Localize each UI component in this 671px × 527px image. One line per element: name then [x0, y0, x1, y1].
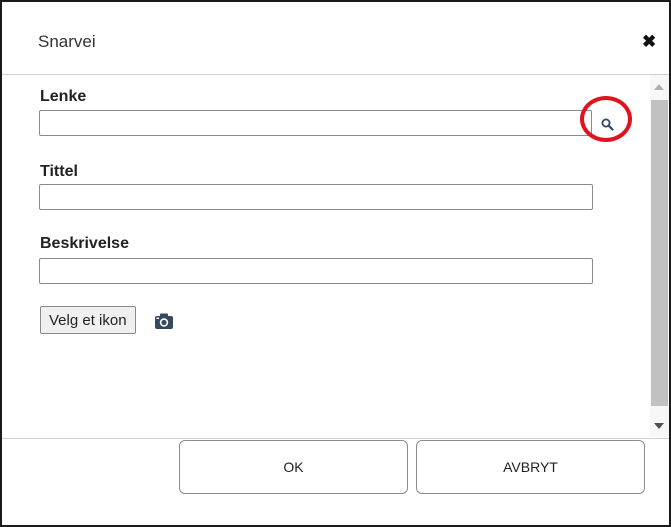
link-search-button[interactable] — [595, 110, 620, 138]
scrollbar-thumb[interactable] — [651, 100, 668, 406]
title-input[interactable] — [39, 184, 593, 210]
shortcut-dialog: Snarvei ✖ Lenke Tittel Beskrivelse Velg … — [0, 0, 671, 527]
ok-button[interactable]: OK — [179, 440, 408, 494]
cancel-button[interactable]: AVBRYT — [416, 440, 645, 494]
scroll-up-arrow[interactable] — [654, 84, 664, 90]
search-icon — [601, 118, 614, 131]
dialog-header: Snarvei ✖ — [2, 2, 669, 75]
description-input[interactable] — [39, 258, 593, 284]
link-label: Lenke — [40, 88, 87, 105]
scroll-down-arrow[interactable] — [654, 423, 664, 429]
close-icon[interactable]: ✖ — [642, 32, 656, 52]
camera-icon[interactable] — [154, 312, 174, 330]
title-label: Tittel — [40, 163, 78, 180]
choose-icon-button[interactable]: Velg et ikon — [40, 306, 136, 334]
link-input[interactable] — [39, 110, 592, 136]
description-label: Beskrivelse — [40, 235, 129, 252]
dialog-title: Snarvei — [38, 32, 96, 51]
